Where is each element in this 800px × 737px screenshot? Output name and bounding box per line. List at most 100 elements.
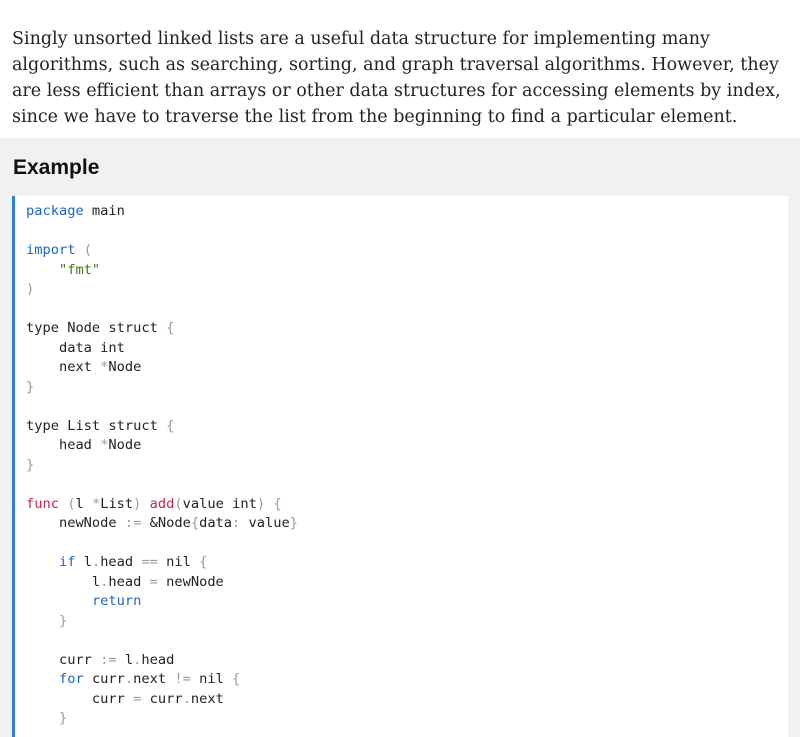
- code-keyword: if: [58, 554, 76, 570]
- code-text: head: [100, 554, 142, 570]
- code-text: head: [108, 573, 150, 590]
- code-keyword: for: [58, 671, 84, 687]
- code-line: }: [26, 378, 298, 398]
- code-punctuation: {: [166, 320, 175, 336]
- code-text: curr: [83, 671, 125, 687]
- code-punctuation: }: [289, 515, 298, 531]
- code-text: Node: [108, 359, 142, 375]
- code-lines: package main import ( "fmt") type Node s…: [26, 202, 298, 729]
- code-line: "fmt": [26, 261, 298, 281]
- code-text: l: [75, 495, 92, 512]
- code-keyword: return: [91, 593, 142, 609]
- code-text: head: [141, 651, 175, 668]
- code-punctuation: :=: [124, 515, 142, 531]
- code-line: import (: [26, 241, 298, 261]
- code-punctuation: .: [182, 690, 191, 707]
- code-text: head: [26, 437, 101, 453]
- code-punctuation: {: [232, 671, 241, 687]
- code-text: l: [116, 651, 134, 668]
- code-text: type List struct: [26, 417, 167, 434]
- code-punctuation: ==: [141, 554, 158, 570]
- code-punctuation: ): [26, 281, 35, 297]
- code-line: newNode := &Node{data: value}: [26, 514, 298, 534]
- code-text: next: [190, 690, 224, 707]
- code-block[interactable]: package main import ( "fmt") type Node s…: [12, 196, 788, 737]
- code-text: curr: [26, 690, 134, 707]
- code-punctuation: *: [91, 495, 101, 512]
- code-punctuation: }: [58, 710, 68, 726]
- code-punctuation: (: [83, 242, 92, 258]
- code-line: next *Node: [26, 358, 298, 378]
- code-punctuation: {: [199, 554, 208, 570]
- code-punctuation: (: [174, 495, 183, 512]
- code-text: nil: [157, 554, 200, 570]
- code-line: package main: [26, 202, 298, 222]
- code-text: main: [83, 203, 125, 219]
- code-line: data int: [26, 339, 298, 359]
- code-punctuation: {: [273, 495, 282, 512]
- code-text: curr: [26, 651, 101, 668]
- code-punctuation: .: [124, 671, 134, 687]
- code-text: data: [199, 515, 233, 531]
- code-text: next: [133, 671, 175, 687]
- code-text: value: [240, 515, 290, 531]
- code-text: next: [26, 359, 101, 375]
- code-text: newNode: [26, 515, 125, 531]
- code-punctuation: {: [166, 417, 175, 434]
- code-keyword: package: [26, 203, 84, 219]
- code-punctuation: {: [190, 515, 200, 531]
- code-line: if l.head == nil {: [26, 553, 298, 573]
- code-keyword: import: [26, 242, 76, 258]
- example-heading: Example: [13, 156, 100, 179]
- code-line: type List struct {: [26, 417, 298, 437]
- code-punctuation: !=: [174, 671, 191, 687]
- code-text: l: [75, 554, 92, 570]
- code-string: "fmt": [58, 261, 101, 278]
- code-punctuation: }: [26, 456, 35, 473]
- code-line: }: [26, 612, 298, 632]
- code-function: func: [26, 495, 59, 512]
- code-line: }: [26, 456, 298, 476]
- code-line: }: [26, 709, 298, 729]
- code-text: Node: [108, 437, 142, 453]
- code-text: type Node struct: [26, 320, 167, 336]
- code-text: value int: [182, 495, 257, 512]
- code-text: l: [26, 573, 101, 590]
- code-line: type Node struct {: [26, 319, 298, 339]
- code-line: ): [26, 280, 298, 300]
- code-function: add: [149, 495, 175, 512]
- code-punctuation: =: [149, 573, 158, 590]
- code-text: nil: [190, 671, 233, 687]
- code-punctuation: }: [26, 378, 35, 395]
- code-punctuation: :=: [100, 651, 117, 668]
- code-text: List: [100, 495, 134, 512]
- code-line: curr = curr.next: [26, 690, 298, 710]
- intro-paragraph: Singly unsorted linked lists are a usefu…: [12, 28, 781, 127]
- code-line: head *Node: [26, 436, 298, 456]
- code-line: for curr.next != nil {: [26, 670, 298, 690]
- code-punctuation: ): [256, 495, 266, 512]
- code-line: curr := l.head: [26, 651, 298, 671]
- code-punctuation: }: [58, 612, 68, 629]
- code-text: &Node: [141, 515, 191, 531]
- code-text: data int: [26, 339, 125, 356]
- code-punctuation: .: [91, 554, 101, 570]
- code-text: curr: [141, 690, 183, 707]
- code-line: l.head = newNode: [26, 573, 298, 593]
- code-text: newNode: [157, 573, 224, 590]
